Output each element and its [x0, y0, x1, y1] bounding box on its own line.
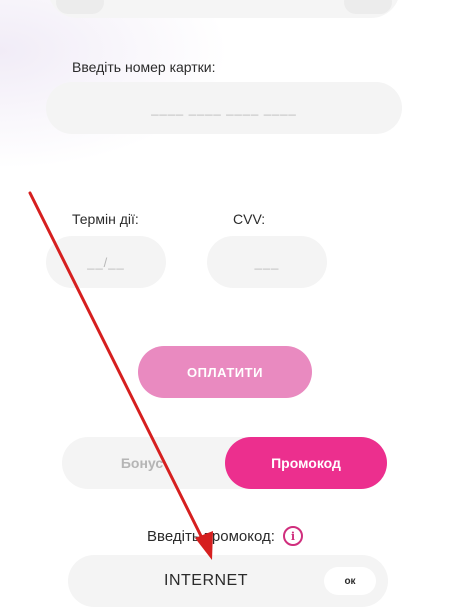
- cvv-input[interactable]: ___: [207, 236, 327, 288]
- promo-code-value: INTERNET: [164, 572, 248, 589]
- cvv-placeholder: ___: [254, 254, 280, 270]
- top-left-knob: [56, 0, 104, 14]
- toggle-option-promocode[interactable]: Промокод: [225, 437, 387, 489]
- top-cropped-bar: [48, 0, 400, 18]
- bonus-promo-toggle: Бонус Промокод: [62, 437, 387, 489]
- toggle-option-bonus[interactable]: Бонус: [62, 437, 222, 489]
- card-number-label: Введіть номер картки:: [72, 59, 216, 75]
- expiry-placeholder: __/__: [87, 254, 125, 270]
- card-number-input[interactable]: ____ ____ ____ ____: [46, 82, 402, 134]
- promo-code-input[interactable]: INTERNET ок: [68, 555, 388, 607]
- cvv-label: CVV:: [233, 211, 266, 227]
- promo-ok-button[interactable]: ок: [324, 567, 376, 595]
- card-number-placeholder: ____ ____ ____ ____: [151, 100, 297, 116]
- expiry-label: Термін дії:: [72, 211, 139, 227]
- pay-button[interactable]: ОПЛАТИТИ: [138, 346, 312, 398]
- promo-label-row: Введіть промокод: i: [0, 526, 450, 546]
- top-right-knob: [344, 0, 392, 14]
- expiry-input[interactable]: __/__: [46, 236, 166, 288]
- info-icon[interactable]: i: [282, 526, 303, 546]
- promo-label: Введіть промокод:: [147, 527, 275, 545]
